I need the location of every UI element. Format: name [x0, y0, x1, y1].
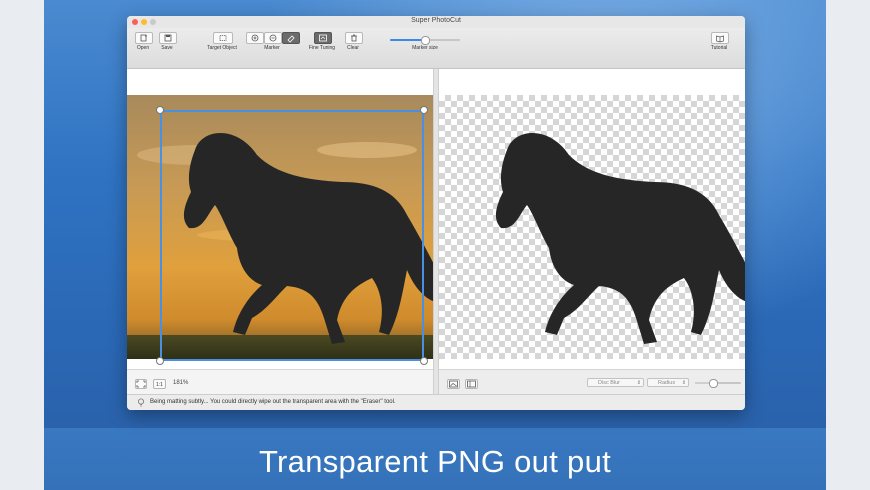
app-window: Super PhotoCut Open Save Target Object M… — [127, 16, 745, 410]
blur-type-value: Disc Blur — [598, 380, 621, 386]
target-object-button[interactable] — [213, 32, 233, 44]
left-pane-controls: 1:1 181% — [127, 369, 433, 394]
right-pane-controls: Disc Blur ⇕ Radius ⇕ — [439, 369, 745, 394]
marker-size-fill — [390, 39, 425, 41]
eraser-icon — [287, 35, 295, 43]
open-file-icon — [140, 34, 147, 42]
selection-handle-bottom-right[interactable] — [420, 357, 428, 365]
selection-handle-top-right[interactable] — [420, 106, 428, 114]
fit-view-button[interactable] — [135, 379, 147, 389]
layers-icon — [467, 380, 476, 388]
tutorial-label: Tutorial — [710, 45, 728, 51]
background-image-button[interactable] — [447, 379, 460, 389]
actual-size-button[interactable]: 1:1 — [153, 379, 166, 389]
background-color-button[interactable] — [465, 379, 478, 389]
selection-handle-top-left[interactable] — [156, 106, 164, 114]
open-button[interactable] — [135, 32, 153, 44]
tutorial-button[interactable] — [711, 32, 729, 44]
fine-tuning-button[interactable] — [314, 32, 332, 44]
radius-knob[interactable] — [709, 379, 719, 388]
crop-icon — [219, 35, 227, 41]
image-icon — [449, 380, 458, 388]
radius-slider[interactable] — [695, 379, 741, 388]
marker-remove-button[interactable] — [264, 32, 282, 44]
right-margin — [826, 0, 870, 490]
chevron-updown-icon: ⇕ — [681, 380, 686, 386]
title-bar: Super PhotoCut — [127, 16, 745, 28]
open-label: Open — [136, 45, 150, 51]
trash-icon — [351, 34, 357, 42]
zoom-level: 181% — [173, 380, 189, 386]
save-button[interactable] — [159, 32, 177, 44]
chevron-updown-icon: ⇕ — [636, 380, 641, 386]
fine-tuning-label: Fine Tuning — [308, 45, 336, 51]
clear-label: Clear — [347, 45, 359, 51]
radius-select[interactable]: Radius ⇕ — [647, 378, 689, 387]
fit-screen-icon — [136, 380, 146, 388]
output-image-pane — [439, 69, 745, 369]
transparent-output[interactable] — [439, 95, 745, 359]
original-image-pane — [127, 69, 433, 369]
book-icon — [716, 35, 724, 43]
marker-size-label: Marker size — [412, 45, 438, 51]
window-title: Super PhotoCut — [411, 17, 461, 24]
selection-handle-bottom-left[interactable] — [156, 357, 164, 365]
minus-circle-icon — [269, 34, 277, 42]
left-margin — [0, 0, 44, 490]
blur-type-select[interactable]: Disc Blur ⇕ — [587, 378, 644, 387]
status-message: Being matting subtly... You could direct… — [150, 399, 396, 405]
target-selection-box[interactable] — [160, 110, 424, 361]
target-object-label: Target Object — [207, 45, 237, 51]
horse-cutout — [496, 133, 745, 344]
marker-add-button[interactable] — [246, 32, 264, 44]
marker-label: Marker — [264, 45, 280, 51]
fine-tuning-icon — [319, 34, 327, 42]
marker-size-knob[interactable] — [421, 36, 430, 45]
lightbulb-icon — [138, 398, 144, 407]
save-label: Save — [161, 45, 173, 51]
radius-label: Radius — [658, 380, 676, 386]
save-icon — [164, 34, 172, 42]
eraser-button[interactable] — [282, 32, 300, 44]
caption-text: Transparent PNG out put — [258, 444, 612, 479]
marker-size-slider[interactable] — [390, 36, 460, 45]
clear-button[interactable] — [345, 32, 363, 44]
plus-circle-icon — [251, 34, 259, 42]
toolbar: Open Save Target Object Marker Fine Tuni… — [127, 28, 745, 69]
status-bar: Being matting subtly... You could direct… — [127, 394, 745, 410]
